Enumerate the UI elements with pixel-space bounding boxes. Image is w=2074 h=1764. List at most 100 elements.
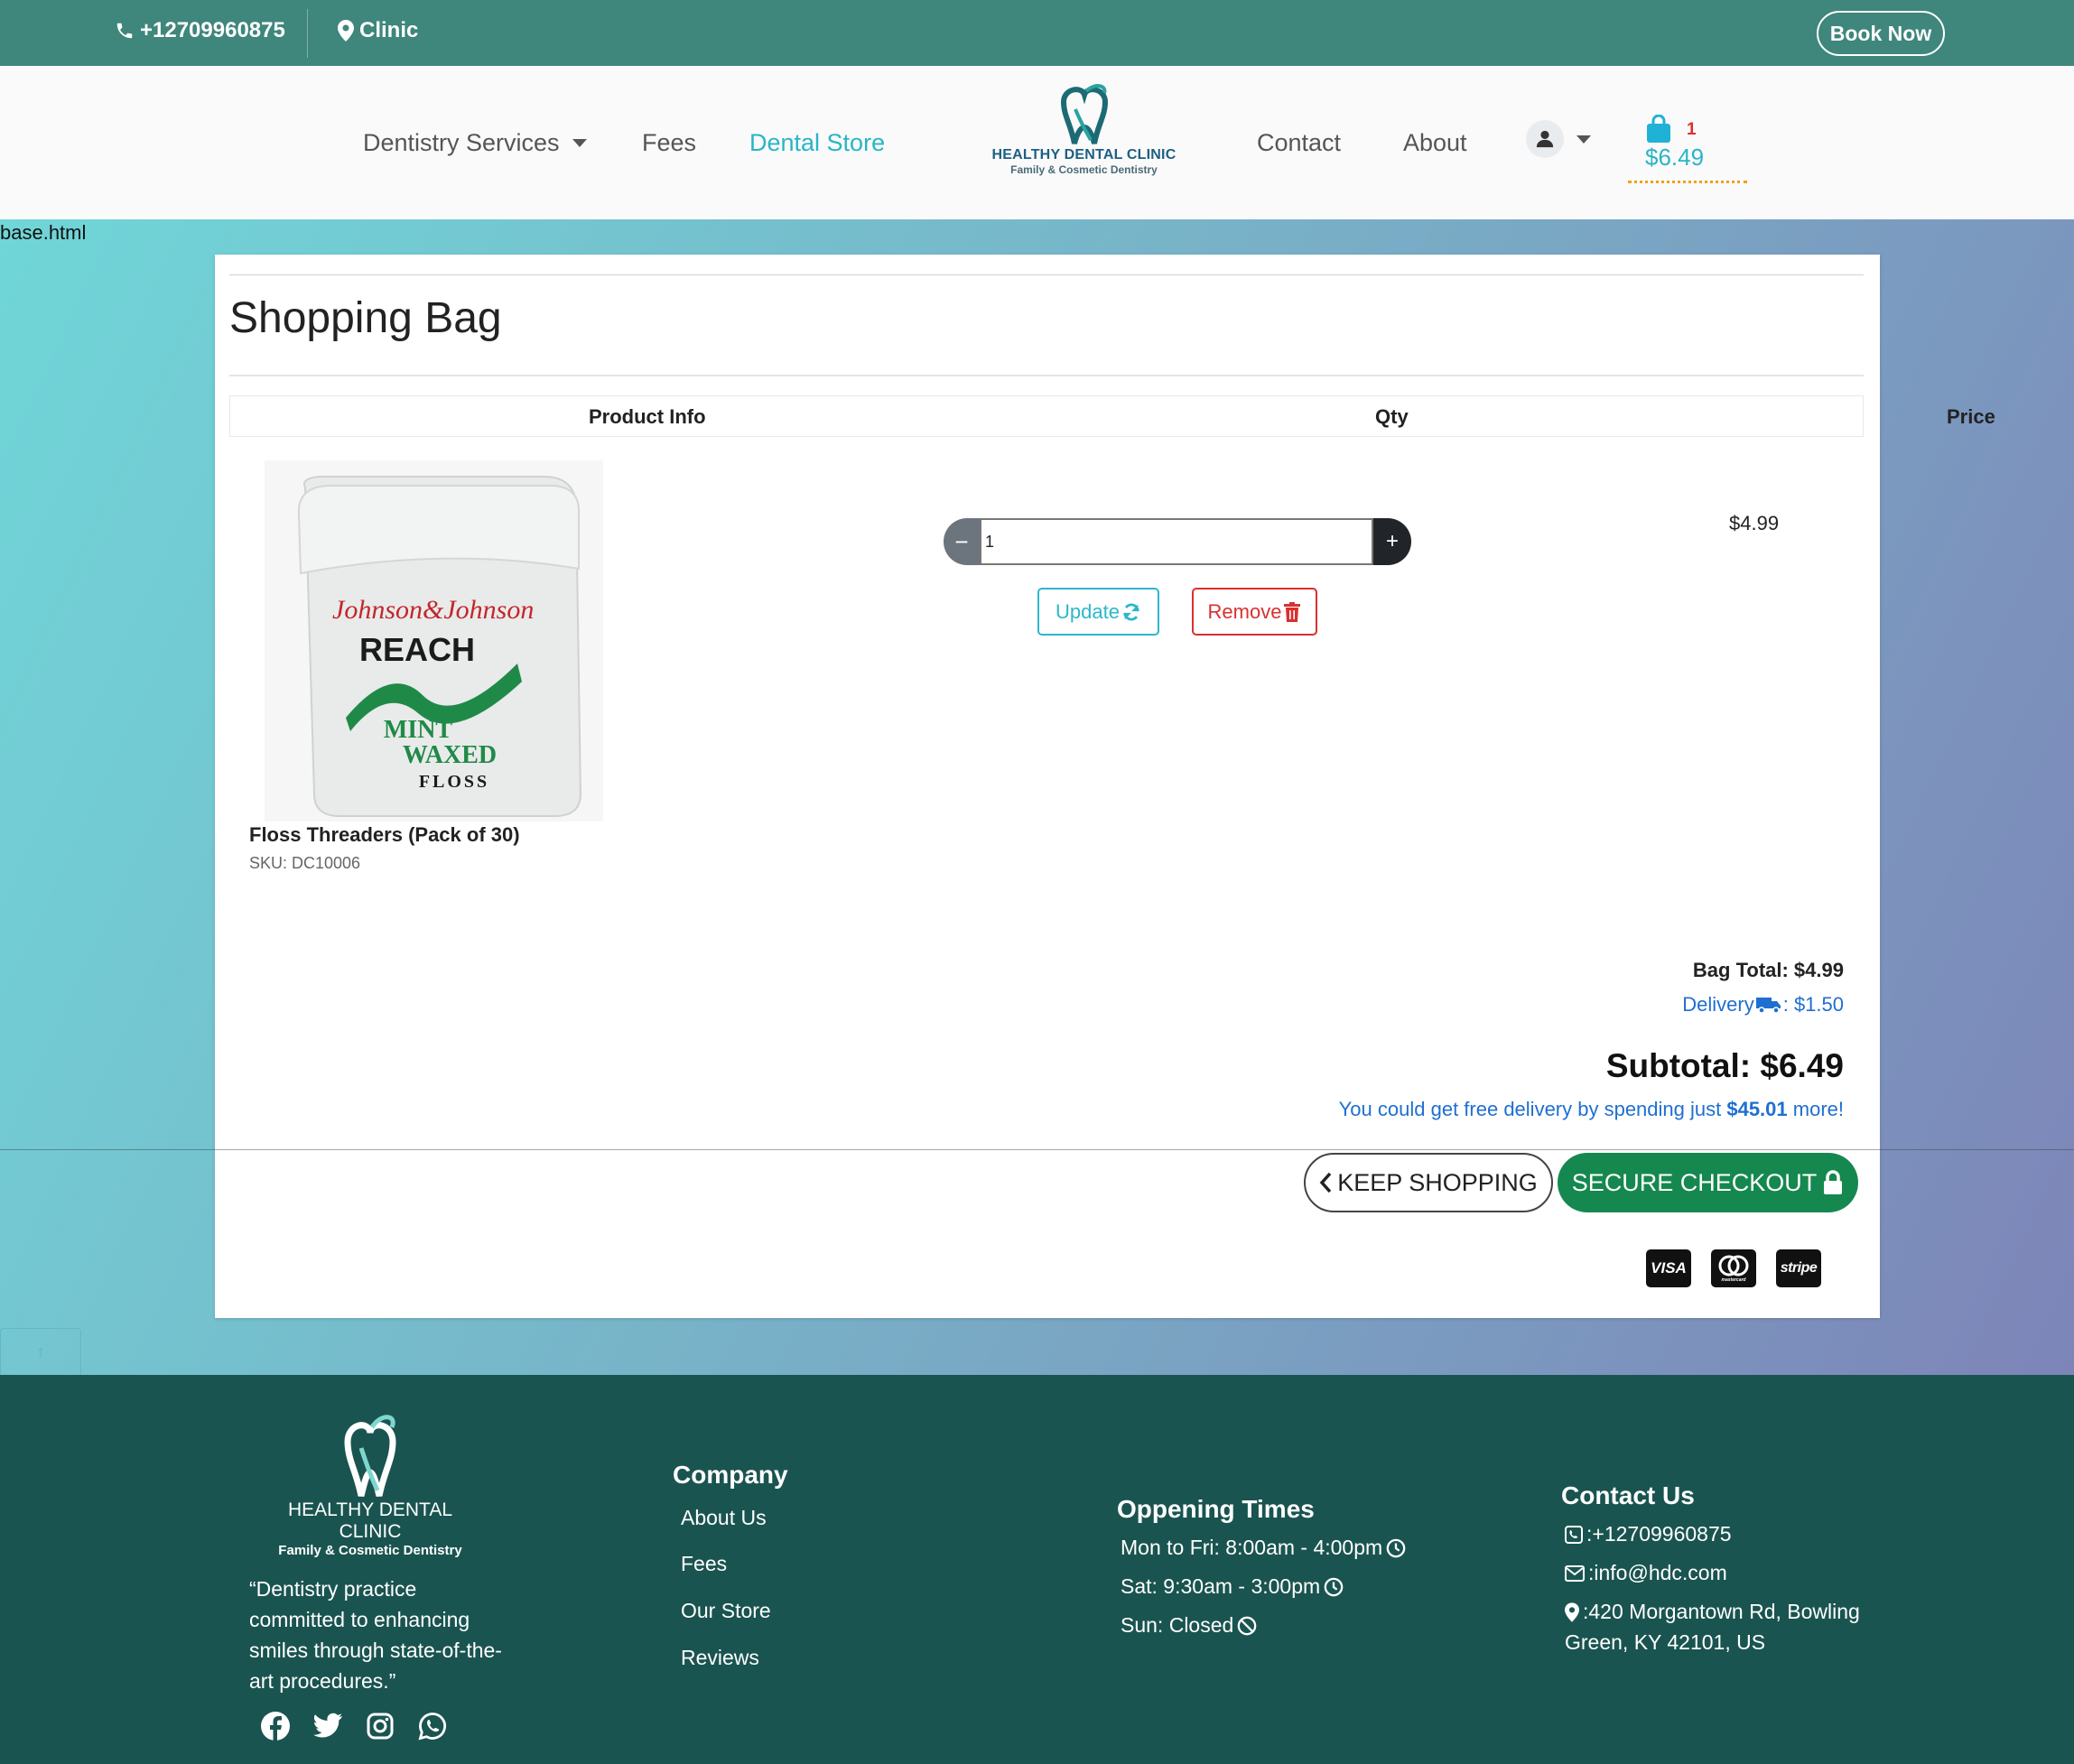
footer-contact-phone[interactable]: :+12709960875	[1565, 1522, 1732, 1546]
tooth-logo-icon	[344, 1415, 396, 1497]
product-sku: SKU: DC10006	[249, 854, 361, 872]
chevron-left-icon	[1319, 1172, 1332, 1193]
chevron-down-icon	[1576, 135, 1591, 144]
divider	[229, 375, 1864, 376]
footer-logo-name: HEALTHY DENTAL CLINIC	[287, 1499, 453, 1542]
map-pin-icon	[1565, 1602, 1579, 1622]
footer-link-our-store[interactable]: Our Store	[681, 1599, 771, 1623]
clock-icon	[1324, 1577, 1344, 1597]
keep-shopping-label: KEEP SHOPPING	[1337, 1168, 1538, 1196]
header-qty: Qty	[1375, 405, 1409, 428]
cart-link[interactable]: 1 $6.49	[1628, 113, 1747, 183]
account-dropdown[interactable]	[1526, 120, 1591, 158]
debug-template-label: base.html	[0, 221, 87, 244]
social-links	[260, 1711, 448, 1741]
site-footer: HEALTHY DENTAL CLINIC Family & Cosmetic …	[0, 1375, 2074, 1764]
increase-qty-button[interactable]: +	[1373, 518, 1411, 565]
whatsapp-icon[interactable]	[417, 1711, 448, 1741]
header-price: Price	[1947, 405, 1995, 428]
footer-contact-email[interactable]: :info@hdc.com	[1565, 1561, 1727, 1585]
user-icon	[1526, 120, 1564, 158]
footer-link-about-us[interactable]: About Us	[681, 1506, 767, 1530]
svg-text:WAXED: WAXED	[403, 741, 497, 769]
logo-tagline: Family & Cosmetic Dentistry	[1010, 163, 1158, 176]
stripe-icon: stripe	[1776, 1249, 1821, 1287]
top-bar: +12709960875 Clinic Book Now	[0, 0, 2074, 66]
payment-methods: VISA mastercard stripe	[1646, 1249, 1821, 1287]
update-button[interactable]: Update	[1037, 588, 1159, 636]
nav-fees[interactable]: Fees	[642, 129, 696, 157]
subtotal: Subtotal: $6.49	[1605, 1047, 1844, 1084]
arrow-up-icon: ↑	[36, 1342, 45, 1362]
nav-dental-store[interactable]: Dental Store	[749, 129, 885, 157]
svg-text:Johnson&Johnson: Johnson&Johnson	[332, 595, 534, 625]
svg-text:mastercard: mastercard	[1722, 1277, 1747, 1283]
secure-checkout-button[interactable]: SECURE CHECKOUT	[1558, 1153, 1858, 1212]
truck-icon	[1755, 996, 1781, 1014]
nav-contact[interactable]: Contact	[1257, 129, 1341, 157]
hours-weekdays-text: Mon to Fri: 8:00am - 4:00pm	[1121, 1536, 1383, 1559]
hours-weekdays: Mon to Fri: 8:00am - 4:00pm	[1121, 1536, 1406, 1560]
free-delivery-suffix: more!	[1787, 1098, 1844, 1120]
footer-contact-email-text: :info@hdc.com	[1588, 1561, 1727, 1584]
top-clinic-text: Clinic	[359, 18, 419, 42]
minus-icon: −	[954, 527, 969, 555]
svg-text:FLOSS: FLOSS	[419, 772, 489, 792]
book-now-button[interactable]: Book Now	[1817, 11, 1945, 56]
facebook-icon[interactable]	[260, 1711, 291, 1741]
top-clinic-link[interactable]: Clinic	[338, 18, 418, 43]
cart-count-badge: 1	[1687, 120, 1697, 139]
footer-logo[interactable]: HEALTHY DENTAL CLINIC Family & Cosmetic …	[271, 1407, 470, 1558]
quantity-input[interactable]: 1	[980, 518, 1373, 565]
site-logo[interactable]: HEALTHY DENTAL CLINIC Family & Cosmetic …	[991, 84, 1177, 188]
divider	[229, 274, 1864, 275]
footer-link-fees[interactable]: Fees	[681, 1552, 727, 1576]
nav-about[interactable]: About	[1403, 129, 1467, 157]
remove-label: Remove	[1207, 599, 1282, 623]
remove-button[interactable]: Remove	[1192, 588, 1317, 636]
ban-icon	[1237, 1616, 1257, 1636]
item-price: $4.99	[1729, 512, 1780, 534]
nav-dentistry-services[interactable]: Dentistry Services	[363, 129, 587, 157]
cart-total: $6.49	[1645, 144, 1705, 171]
twitter-icon[interactable]	[312, 1711, 343, 1741]
decrease-qty-button[interactable]: −	[944, 518, 980, 565]
refresh-icon	[1121, 602, 1141, 622]
phone-icon	[115, 21, 135, 41]
svg-text:MINT: MINT	[384, 716, 453, 744]
svg-text:REACH: REACH	[359, 631, 475, 668]
instagram-icon[interactable]	[365, 1711, 395, 1741]
divider	[0, 1149, 2074, 1150]
footer-contact-phone-text: :+12709960875	[1586, 1522, 1732, 1546]
hours-sunday: Sun: Closed	[1121, 1613, 1257, 1638]
scroll-to-top-button[interactable]: ↑	[0, 1328, 81, 1377]
footer-contact-address-line2: Green, KY 42101, US	[1565, 1630, 1766, 1654]
top-phone-link[interactable]: +12709960875	[115, 18, 285, 43]
shopping-bag-icon	[1645, 115, 1672, 144]
delivery-label: Delivery	[1682, 993, 1754, 1016]
free-delivery-amount: $45.01	[1726, 1098, 1788, 1120]
footer-logo-tagline: Family & Cosmetic Dentistry	[278, 1543, 462, 1558]
header-product-info: Product Info	[589, 405, 706, 428]
visa-icon: VISA	[1646, 1249, 1691, 1287]
product-image[interactable]: Johnson&Johnson REACH MINT WAXED FLOSS	[265, 460, 603, 822]
footer-company-title: Company	[673, 1461, 788, 1489]
lock-icon	[1822, 1170, 1844, 1195]
trash-icon	[1283, 601, 1301, 622]
main-navbar: Dentistry Services Fees Dental Store HEA…	[0, 66, 2074, 219]
phone-square-icon	[1565, 1525, 1583, 1544]
footer-contact-title: Contact Us	[1561, 1481, 1695, 1509]
footer-link-reviews[interactable]: Reviews	[681, 1646, 759, 1670]
shopping-bag-card: Shopping Bag Product Info Qty Price John…	[215, 255, 1995, 1318]
product-name: Floss Threaders (Pack of 30)	[249, 823, 520, 846]
update-label: Update	[1056, 599, 1120, 623]
footer-hours-title: Oppening Times	[1117, 1495, 1315, 1523]
clock-icon	[1386, 1538, 1406, 1558]
top-divider	[307, 9, 308, 58]
nav-dentistry-services-label: Dentistry Services	[363, 129, 560, 156]
chevron-down-icon	[572, 139, 587, 147]
checkout-label: SECURE CHECKOUT	[1571, 1168, 1818, 1196]
map-pin-icon	[338, 20, 354, 42]
quantity-stepper: − 1 +	[944, 518, 1411, 565]
keep-shopping-button[interactable]: KEEP SHOPPING	[1304, 1153, 1553, 1212]
